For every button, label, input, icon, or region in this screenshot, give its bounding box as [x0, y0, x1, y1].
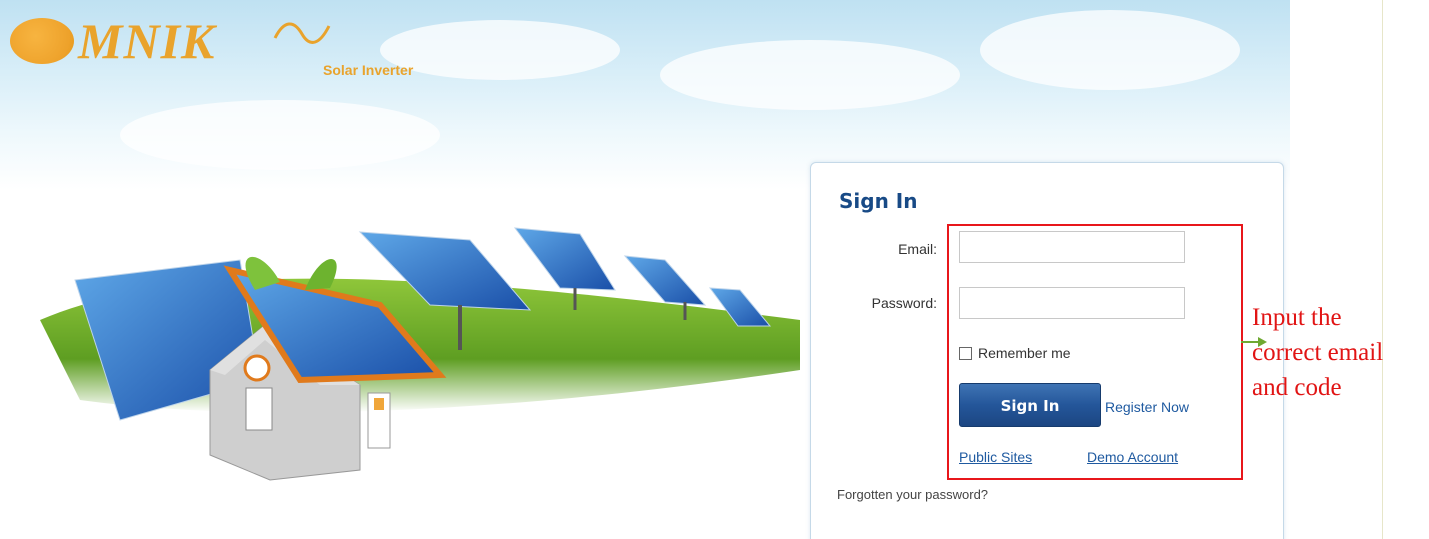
- login-page: MNIK Solar Inverter Sign In Email: Passw…: [0, 0, 1429, 539]
- right-margin: [1290, 0, 1429, 539]
- annotation-line-1: Input the: [1252, 304, 1342, 331]
- logo-wave-icon: [273, 22, 331, 44]
- cloud: [120, 100, 440, 170]
- logo-brand-text: MNIK: [78, 13, 216, 69]
- margin-line: [1382, 0, 1383, 539]
- logo-subtitle: Solar Inverter: [323, 62, 414, 78]
- annotation-line-3: and code: [1252, 374, 1342, 401]
- email-label: Email:: [898, 241, 937, 257]
- logo-sun-icon: [10, 18, 74, 64]
- solar-house-illustration: [40, 227, 800, 481]
- annotation-line-2: correct email: [1252, 339, 1384, 366]
- annotation-highlight-box: [947, 224, 1243, 480]
- omnik-logo: MNIK Solar Inverter: [10, 10, 470, 80]
- cloud: [660, 40, 960, 110]
- cloud: [980, 10, 1240, 90]
- password-label: Password:: [871, 295, 937, 311]
- annotation-text: Input the correct email and code: [1252, 300, 1429, 405]
- panel-title: Sign In: [839, 189, 918, 213]
- forgot-password-link[interactable]: Forgotten your password?: [837, 487, 988, 502]
